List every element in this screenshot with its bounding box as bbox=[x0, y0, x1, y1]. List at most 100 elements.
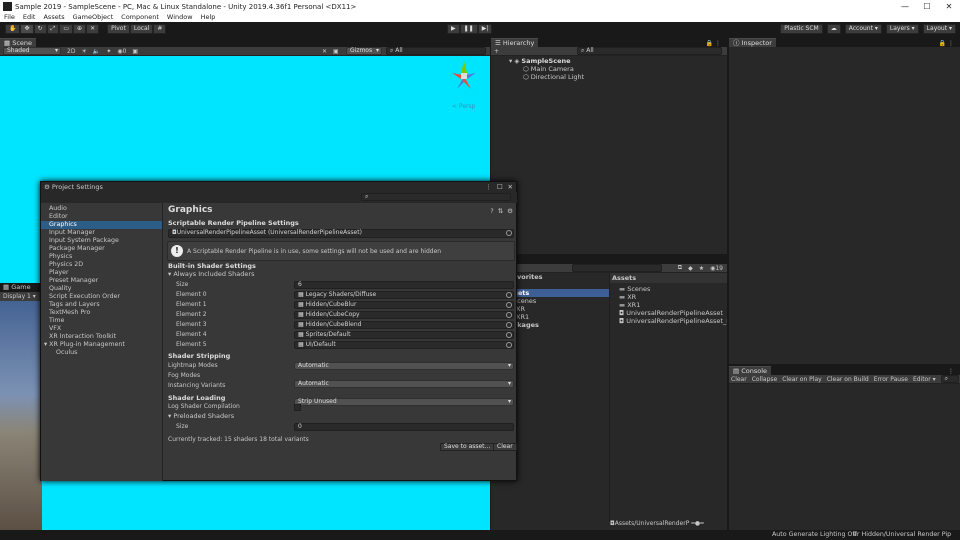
menu-edit[interactable]: Edit bbox=[23, 13, 36, 22]
menu-window[interactable]: Window bbox=[167, 13, 193, 22]
window-close-button[interactable]: ✕ bbox=[508, 183, 513, 191]
console-editor-dropdown[interactable]: Editor ▾ bbox=[913, 376, 936, 383]
fog-modes-dropdown[interactable]: Automatic bbox=[294, 380, 514, 388]
hidden-packages-icon[interactable]: ◉19 bbox=[710, 265, 723, 272]
always-included-foldout[interactable]: ▾ Always Included Shaders bbox=[168, 270, 254, 279]
console-error-pause-button[interactable]: Error Pause bbox=[874, 376, 908, 383]
local-toggle[interactable]: Local bbox=[129, 24, 154, 34]
filter-type-icon[interactable]: ⧉ bbox=[678, 264, 682, 272]
object-picker-icon[interactable] bbox=[506, 302, 512, 308]
project-tree-item[interactable]: XR1 bbox=[516, 313, 529, 321]
hierarchy-item[interactable]: ⬡ Directional Light bbox=[523, 73, 584, 81]
orientation-gizmo-icon[interactable] bbox=[448, 59, 480, 99]
console-collapse-button[interactable]: Collapse bbox=[752, 376, 778, 383]
asset-item[interactable]: ◘ UniversalRenderPipelineAsset_Re bbox=[619, 317, 727, 325]
project-search-input[interactable] bbox=[571, 264, 662, 272]
instancing-variants-dropdown[interactable]: Strip Unused bbox=[294, 398, 514, 406]
shader-object-field[interactable]: ▦ Legacy Shaders/Diffuse bbox=[294, 291, 514, 299]
rect-tool-icon[interactable]: ▭ bbox=[59, 24, 74, 34]
scene-camera-icon[interactable]: ▣ bbox=[132, 48, 138, 55]
size-input[interactable]: 6 bbox=[294, 281, 514, 289]
effects-toggle-icon[interactable]: ✦ bbox=[106, 48, 111, 55]
pause-button[interactable]: ❚❚ bbox=[459, 24, 478, 34]
filter-label-icon[interactable]: ◆ bbox=[688, 265, 693, 272]
shading-mode-dropdown[interactable]: Shaded bbox=[3, 47, 61, 55]
hierarchy-add-button[interactable]: + bbox=[494, 48, 499, 55]
move-tool-icon[interactable]: ✥ bbox=[20, 24, 34, 34]
sidebar-item-player[interactable]: Player bbox=[41, 269, 162, 277]
scene-search-input[interactable]: ⌕ All bbox=[386, 47, 486, 55]
display-dropdown[interactable]: Display 1 ▾ bbox=[0, 292, 42, 301]
favorite-icon[interactable]: ★ bbox=[699, 265, 704, 272]
camera-settings-icon[interactable]: ▣ bbox=[333, 48, 339, 55]
log-shader-compilation-checkbox[interactable] bbox=[294, 404, 301, 411]
console-menu-icon[interactable]: ⋮ bbox=[948, 368, 954, 375]
hidden-objects-icon[interactable]: ◉0 bbox=[117, 48, 126, 55]
window-maximize-button[interactable]: ☐ bbox=[497, 183, 503, 191]
settings-gear-icon[interactable]: ⚙ bbox=[507, 207, 513, 215]
hierarchy-lock-icon[interactable]: 🔒 ⋮ bbox=[706, 40, 721, 47]
menu-help[interactable]: Help bbox=[201, 13, 216, 22]
sidebar-item-tags-and-layers[interactable]: Tags and Layers bbox=[41, 301, 162, 309]
tab-game[interactable]: ▦ Game bbox=[0, 283, 42, 292]
maximize-button[interactable]: ☐ bbox=[916, 0, 938, 13]
asset-item[interactable]: ▬ XR bbox=[619, 293, 636, 301]
project-tree-item[interactable]: XR bbox=[516, 305, 525, 313]
gizmos-dropdown[interactable]: Gizmos bbox=[346, 47, 382, 55]
sidebar-item-quality[interactable]: Quality bbox=[41, 285, 162, 293]
scene-root-item[interactable]: ▾ ◈ SampleScene bbox=[509, 57, 571, 65]
asset-item[interactable]: ▬ Scenes bbox=[619, 285, 650, 293]
grid-snap-icon[interactable]: # bbox=[153, 24, 167, 34]
tab-console[interactable]: ▤ Console bbox=[729, 366, 772, 375]
sidebar-item-input-system-package[interactable]: Input System Package bbox=[41, 237, 162, 245]
custom-tool-icon[interactable]: ✕ bbox=[86, 24, 100, 34]
object-picker-icon[interactable] bbox=[506, 342, 512, 348]
layout-dropdown[interactable]: Layout ▾ bbox=[922, 24, 956, 34]
sidebar-item-input-manager[interactable]: Input Manager bbox=[41, 229, 162, 237]
menu-assets[interactable]: Assets bbox=[43, 13, 64, 22]
sidebar-item-xr-interaction-toolkit[interactable]: XR Interaction Toolkit bbox=[41, 333, 162, 341]
tab-inspector[interactable]: ⓘ Inspector bbox=[729, 38, 776, 47]
sidebar-item-audio[interactable]: Audio bbox=[41, 205, 162, 213]
favorites-label[interactable]: vorites bbox=[517, 273, 543, 281]
close-button[interactable]: ✕ bbox=[938, 0, 960, 13]
object-picker-icon[interactable] bbox=[506, 312, 512, 318]
shader-object-field[interactable]: ▦ Sprites/Default bbox=[294, 331, 514, 339]
save-to-asset-button[interactable]: Save to asset... bbox=[440, 443, 495, 451]
tab-hierarchy[interactable]: ☰ Hierarchy bbox=[491, 38, 539, 47]
sidebar-item-script-execution-order[interactable]: Script Execution Order bbox=[41, 293, 162, 301]
lighting-toggle-icon[interactable]: ☀ bbox=[81, 48, 86, 55]
plastic-scm-button[interactable]: Plastic SCM bbox=[780, 24, 823, 34]
tab-scene[interactable]: ▦ Scene bbox=[0, 38, 37, 47]
asset-item[interactable]: ▬ XR1 bbox=[619, 301, 640, 309]
object-picker-icon[interactable] bbox=[506, 230, 512, 236]
inspector-lock-icon[interactable]: 🔒 ⋮ bbox=[939, 40, 954, 47]
shader-object-field[interactable]: ▦ Hidden/CubeCopy bbox=[294, 311, 514, 319]
settings-search-input[interactable]: ⌕ bbox=[361, 193, 511, 201]
hierarchy-item[interactable]: ⬡ Main Camera bbox=[523, 65, 574, 73]
object-picker-icon[interactable] bbox=[506, 332, 512, 338]
menu-file[interactable]: File bbox=[4, 13, 15, 22]
hierarchy-search-input[interactable]: ⌕ All bbox=[577, 47, 722, 55]
scale-tool-icon[interactable]: ⤢ bbox=[46, 24, 60, 34]
project-tree-item[interactable]: sets bbox=[513, 289, 609, 297]
hand-tool-icon[interactable]: ✋ bbox=[5, 24, 21, 34]
transform-tool-icon[interactable]: ⊕ bbox=[73, 24, 87, 34]
preloaded-size-input[interactable]: 0 bbox=[294, 423, 514, 431]
help-icon[interactable]: ? bbox=[490, 207, 493, 215]
rotate-tool-icon[interactable]: ↻ bbox=[33, 24, 47, 34]
sidebar-item-editor[interactable]: Editor bbox=[41, 213, 162, 221]
shader-object-field[interactable]: ▦ Hidden/CubeBlur bbox=[294, 301, 514, 309]
sidebar-item-time[interactable]: Time bbox=[41, 317, 162, 325]
minimize-button[interactable]: — bbox=[894, 0, 916, 13]
asset-item[interactable]: ◘ UniversalRenderPipelineAsset bbox=[619, 309, 723, 317]
object-picker-icon[interactable] bbox=[506, 322, 512, 328]
shader-object-field[interactable]: ▦ UI/Default bbox=[294, 341, 514, 349]
console-search-input[interactable]: ⌕ bbox=[940, 375, 959, 383]
sidebar-item-textmesh-pro[interactable]: TextMesh Pro bbox=[41, 309, 162, 317]
sidebar-item-graphics[interactable]: Graphics bbox=[41, 221, 162, 229]
srp-asset-field[interactable]: ◘UniversalRenderPipelineAsset (Universal… bbox=[168, 229, 514, 238]
sidebar-item-preset-manager[interactable]: Preset Manager bbox=[41, 277, 162, 285]
lightmap-modes-dropdown[interactable]: Automatic bbox=[294, 362, 514, 370]
preset-icon[interactable]: ⇅ bbox=[498, 207, 503, 215]
